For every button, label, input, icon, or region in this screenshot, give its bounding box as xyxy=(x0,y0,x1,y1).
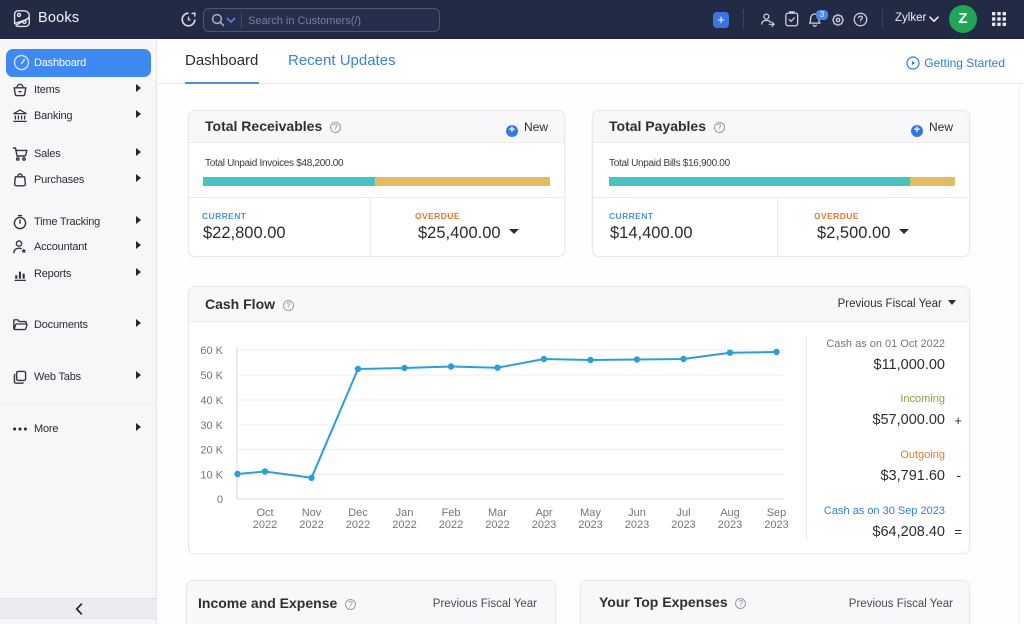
svg-text:2023: 2023 xyxy=(625,519,649,531)
svg-text:20 K: 20 K xyxy=(200,445,223,457)
svg-text:Dec: Dec xyxy=(348,507,368,519)
svg-text:50 K: 50 K xyxy=(200,370,223,382)
svg-text:Aug: Aug xyxy=(720,507,740,519)
svg-text:40 K: 40 K xyxy=(200,395,223,407)
svg-text:2023: 2023 xyxy=(764,519,788,531)
svg-text:10 K: 10 K xyxy=(200,470,223,482)
svg-text:Feb: Feb xyxy=(442,507,461,519)
svg-text:Jun: Jun xyxy=(628,507,646,519)
svg-text:2022: 2022 xyxy=(439,519,463,531)
svg-text:2022: 2022 xyxy=(392,519,416,531)
svg-text:Jul: Jul xyxy=(676,507,690,519)
svg-text:Oct: Oct xyxy=(256,507,273,519)
svg-text:2022: 2022 xyxy=(299,519,323,531)
svg-text:2022: 2022 xyxy=(485,519,509,531)
svg-text:2023: 2023 xyxy=(532,519,556,531)
svg-text:Sep: Sep xyxy=(767,507,787,519)
svg-text:30 K: 30 K xyxy=(200,420,223,432)
svg-text:2022: 2022 xyxy=(253,519,277,531)
svg-text:0: 0 xyxy=(217,494,223,506)
svg-text:Apr: Apr xyxy=(535,507,552,519)
svg-text:Nov: Nov xyxy=(302,507,322,519)
svg-text:2023: 2023 xyxy=(671,519,695,531)
svg-text:2023: 2023 xyxy=(718,519,742,531)
svg-text:May: May xyxy=(580,507,601,519)
svg-text:2022: 2022 xyxy=(346,519,370,531)
svg-text:60 K: 60 K xyxy=(200,345,223,357)
svg-text:Mar: Mar xyxy=(488,507,507,519)
svg-text:Jan: Jan xyxy=(396,507,414,519)
svg-text:2023: 2023 xyxy=(578,519,602,531)
